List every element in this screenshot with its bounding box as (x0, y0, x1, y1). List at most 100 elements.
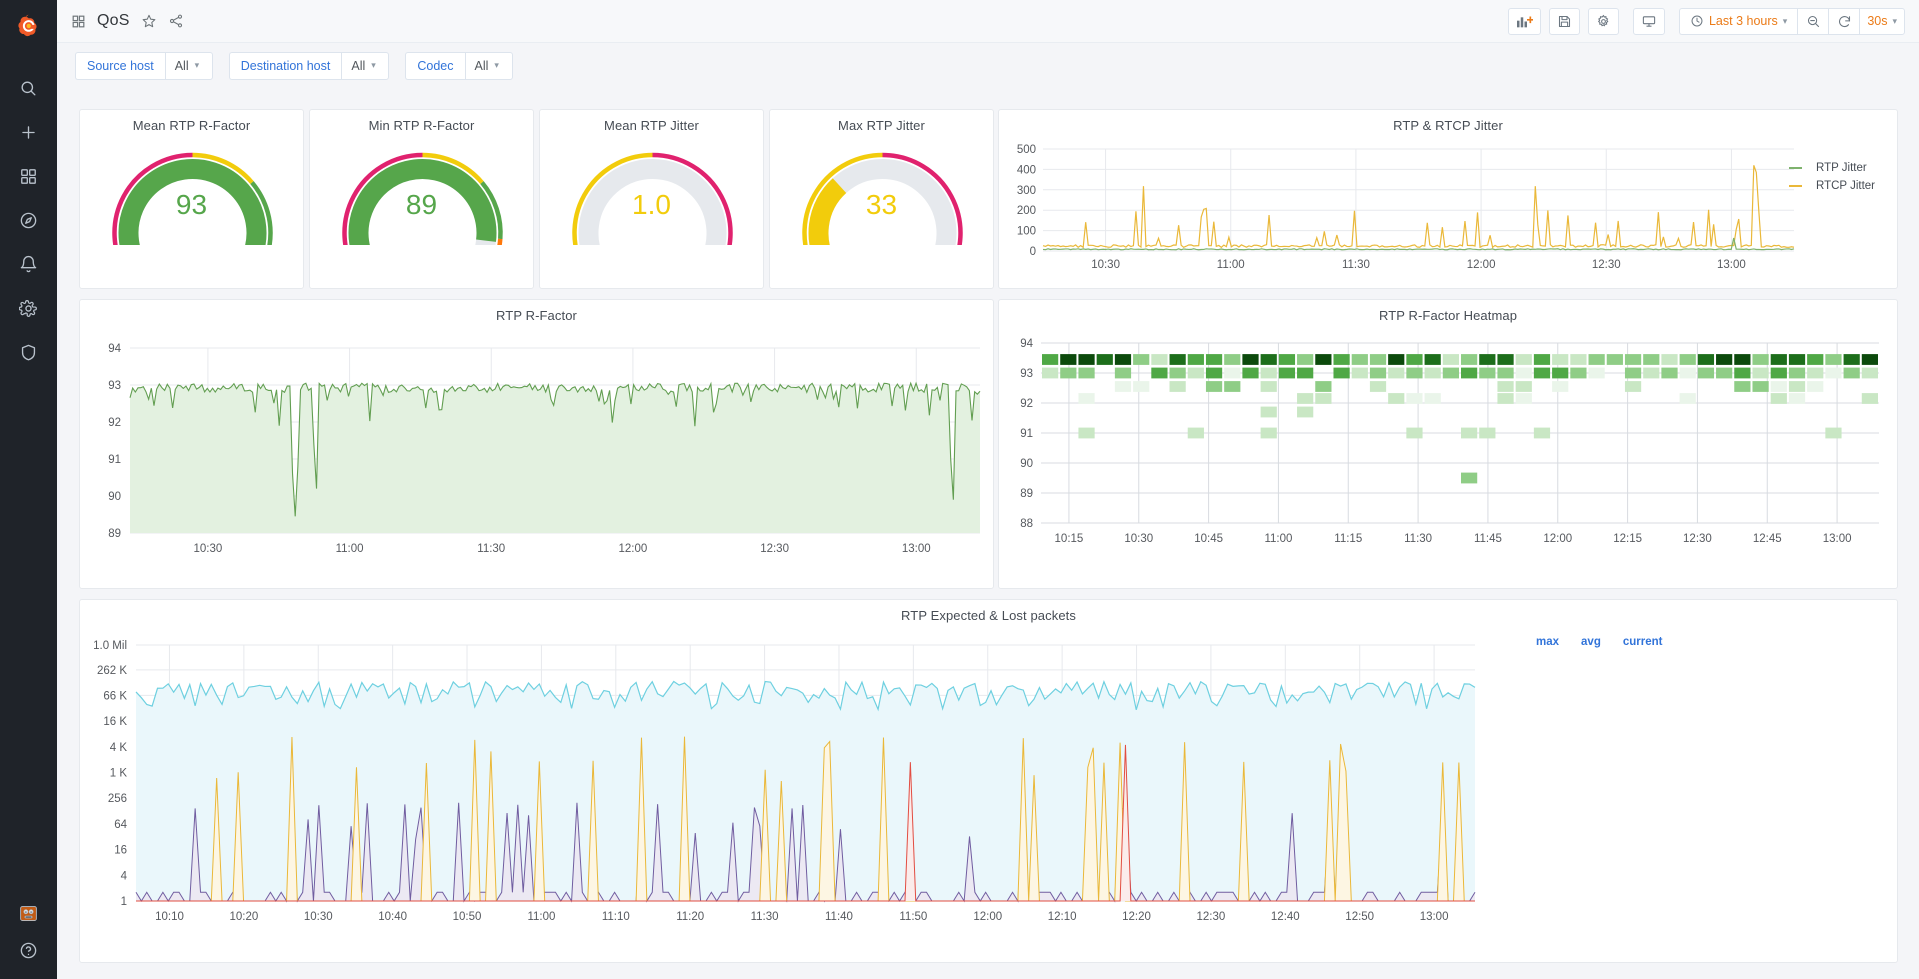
svg-text:11:30: 11:30 (1342, 259, 1370, 271)
time-range-label: Last 3 hours (1709, 14, 1778, 28)
panel-title: RTP R-Factor Heatmap (999, 300, 1897, 323)
star-icon[interactable] (141, 13, 157, 29)
panel-max-rtp-jitter: Max RTP Jitter 33 (769, 109, 994, 289)
zoom-out-button[interactable] (1797, 8, 1828, 35)
svg-text:11:00: 11:00 (527, 911, 555, 923)
legend-header-current[interactable]: current (1609, 634, 1671, 653)
refresh-button[interactable] (1828, 8, 1859, 35)
legend-label: RTP Jitter (1816, 162, 1867, 174)
svg-text:11:40: 11:40 (825, 911, 853, 923)
save-dashboard-button[interactable] (1549, 8, 1580, 35)
svg-text:11:00: 11:00 (1217, 259, 1245, 271)
variable-label: Source host (75, 52, 165, 80)
variable-destination-host: Destination host All ▾ (229, 52, 390, 80)
search-icon[interactable] (0, 66, 57, 110)
variable-label: Destination host (229, 52, 342, 80)
svg-text:66 K: 66 K (103, 690, 127, 702)
legend-header-avg[interactable]: avg (1567, 634, 1609, 653)
user-avatar-icon[interactable] (0, 891, 57, 935)
template-variables-bar: Source host All ▾ Destination host All ▾… (57, 43, 1919, 88)
heatmap-canvas: 8889909192939410:1510:3010:4511:0011:151… (999, 323, 1899, 585)
svg-text:1: 1 (121, 896, 127, 908)
svg-text:200: 200 (1017, 205, 1036, 217)
svg-text:64: 64 (114, 819, 127, 831)
top-bar: QoS (57, 0, 1919, 43)
svg-text:10:40: 10:40 (378, 911, 407, 923)
legend-label: RTCP Jitter (1816, 180, 1875, 192)
svg-text:11:15: 11:15 (1334, 533, 1362, 545)
create-icon[interactable] (0, 110, 57, 154)
svg-text:4 K: 4 K (110, 742, 128, 754)
svg-text:13:00: 13:00 (1717, 259, 1746, 271)
tv-mode-button[interactable] (1633, 8, 1665, 35)
variable-value-dropdown[interactable]: All ▾ (341, 52, 389, 80)
help-icon[interactable] (0, 935, 57, 979)
dashboards-icon[interactable] (0, 154, 57, 198)
svg-text:256: 256 (108, 793, 127, 805)
svg-text:16 K: 16 K (103, 716, 127, 728)
svg-text:91: 91 (108, 454, 121, 466)
variable-source-host: Source host All ▾ (75, 52, 213, 80)
sidebar (0, 0, 57, 979)
refresh-interval-picker[interactable]: 30s ▾ (1859, 8, 1905, 35)
rfactor-chart-canvas: 89909192939410:3011:0011:3012:0012:3013:… (80, 323, 995, 585)
gauge-min-rtp-r-factor: 89 (310, 133, 533, 245)
svg-text:12:30: 12:30 (760, 543, 789, 555)
panel-rtp-r-factor-heatmap: RTP R-Factor Heatmap 8889909192939410:15… (998, 299, 1898, 589)
svg-text:1 K: 1 K (110, 768, 128, 780)
svg-text:93: 93 (1020, 368, 1033, 380)
svg-text:11:10: 11:10 (602, 911, 630, 923)
variable-value-dropdown[interactable]: All ▾ (465, 52, 513, 80)
dashboard-toolbar: Last 3 hours ▾ 30s ▾ (1508, 8, 1905, 35)
panel-min-rtp-r-factor: Min RTP R-Factor 89 (309, 109, 534, 289)
time-range-picker[interactable]: Last 3 hours ▾ (1679, 8, 1797, 35)
svg-text:12:00: 12:00 (619, 543, 648, 555)
svg-text:90: 90 (108, 491, 121, 503)
svg-text:10:30: 10:30 (304, 911, 333, 923)
gauge-value: 1.0 (540, 189, 763, 221)
svg-text:400: 400 (1017, 164, 1036, 176)
configuration-icon[interactable] (0, 286, 57, 330)
svg-text:300: 300 (1017, 185, 1036, 197)
svg-text:12:30: 12:30 (1592, 259, 1621, 271)
svg-text:0: 0 (1030, 246, 1036, 258)
svg-text:94: 94 (1020, 338, 1033, 350)
alerting-icon[interactable] (0, 242, 57, 286)
gauge-value: 89 (310, 189, 533, 221)
svg-text:12:00: 12:00 (1467, 259, 1496, 271)
svg-text:10:15: 10:15 (1055, 533, 1084, 545)
svg-text:10:50: 10:50 (453, 911, 482, 923)
legend-item-rtp-jitter[interactable]: RTP Jitter (1789, 162, 1875, 174)
chevron-down-icon: ▾ (371, 60, 376, 71)
panel-title: Min RTP R-Factor (310, 110, 533, 133)
panel-rtp-rtcp-jitter: RTP & RTCP Jitter 010020030040050010:301… (998, 109, 1898, 289)
add-panel-button[interactable] (1508, 8, 1541, 35)
explore-icon[interactable] (0, 198, 57, 242)
svg-text:11:30: 11:30 (1404, 533, 1432, 545)
svg-text:10:30: 10:30 (1091, 259, 1120, 271)
svg-text:10:30: 10:30 (1124, 533, 1153, 545)
dashboard-settings-button[interactable] (1588, 8, 1619, 35)
panel-title: RTP R-Factor (80, 300, 993, 323)
svg-text:13:00: 13:00 (1420, 911, 1449, 923)
svg-text:11:45: 11:45 (1474, 533, 1502, 545)
svg-text:89: 89 (1020, 488, 1033, 500)
svg-text:11:20: 11:20 (676, 911, 704, 923)
legend-item-rtcp-jitter[interactable]: RTCP Jitter (1789, 180, 1875, 192)
grafana-logo[interactable] (0, 0, 57, 52)
jitter-chart-canvas: 010020030040050010:3011:0011:3012:0012:3… (999, 133, 1899, 285)
panel-title: Max RTP Jitter (770, 110, 993, 133)
svg-text:1.0 Mil: 1.0 Mil (93, 640, 127, 652)
svg-text:13:00: 13:00 (902, 543, 931, 555)
variable-value: All (175, 59, 189, 73)
share-icon[interactable] (168, 13, 184, 29)
svg-text:12:15: 12:15 (1613, 533, 1642, 545)
shield-icon[interactable] (0, 330, 57, 374)
svg-text:12:40: 12:40 (1271, 911, 1300, 923)
variable-value-dropdown[interactable]: All ▾ (165, 52, 213, 80)
legend-header-max[interactable]: max (1522, 634, 1567, 653)
legend-header-series (1500, 634, 1522, 653)
svg-text:92: 92 (108, 417, 121, 429)
svg-text:16: 16 (114, 845, 127, 857)
legend-table: max avg current CN Expected packets000G7… (1500, 634, 1670, 653)
